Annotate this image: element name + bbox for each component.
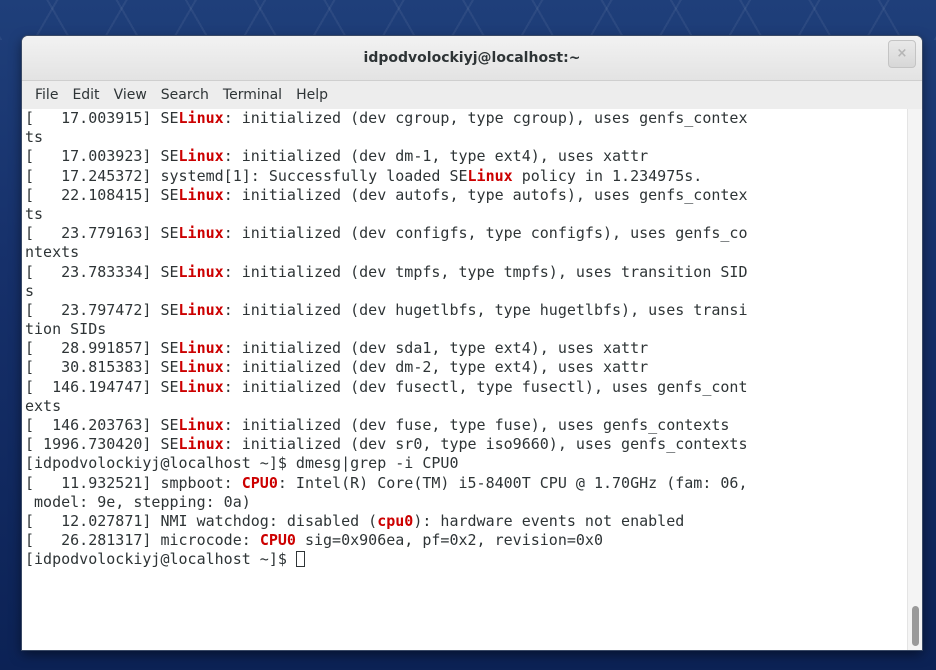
menu-bar: File Edit View Search Terminal Help — [22, 81, 922, 110]
terminal-text: : initialized (dev dm-1, type ext4), use… — [223, 147, 649, 166]
highlighted-match: Linux — [178, 185, 224, 204]
terminal-text: [idpodvolockiyj@localhost ~]$ dmesg|grep… — [25, 454, 459, 473]
terminal-text: [ 26.281317] microcode: — [25, 531, 260, 550]
window-title: idpodvolockiyj@localhost:~ — [363, 50, 581, 66]
terminal-text: ): hardware events not enabled — [413, 511, 685, 530]
terminal-text: : initialized (dev tmpfs, type tmpfs), u… — [223, 262, 748, 281]
terminal-text: [ 17.245372] systemd[1]: Successfully lo… — [25, 166, 468, 185]
terminal-line: [ 26.281317] microcode: CPU0 sig=0x906ea… — [22, 531, 908, 550]
terminal-line: [ 22.108415] SELinux: initialized (dev a… — [22, 186, 908, 205]
terminal-text: [ 23.797472] SE — [25, 300, 179, 319]
terminal-text: [ 28.991857] SE — [25, 339, 179, 358]
prompt-line[interactable]: [idpodvolockiyj@localhost ~]$ — [22, 550, 908, 569]
menu-terminal[interactable]: Terminal — [216, 81, 289, 109]
terminal-text: ntexts — [25, 243, 80, 262]
terminal-line: s — [22, 282, 908, 301]
terminal-text: : initialized (dev sr0, type iso9660), u… — [223, 435, 748, 454]
terminal-text: [ 30.815383] SE — [25, 358, 179, 377]
title-bar[interactable]: idpodvolockiyj@localhost:~ × — [22, 36, 922, 81]
text-cursor — [295, 551, 305, 568]
highlighted-match: Linux — [178, 262, 224, 281]
highlighted-match: Linux — [178, 358, 224, 377]
close-button[interactable]: × — [888, 40, 916, 68]
terminal-text: : initialized (dev fuse, type fuse), use… — [223, 416, 730, 434]
terminal-line: [ 11.932521] smpboot: CPU0: Intel(R) Cor… — [22, 474, 908, 493]
terminal-text: : Intel(R) Core(TM) i5-8400T CPU @ 1.70G… — [277, 473, 748, 492]
highlighted-match: Linux — [178, 416, 224, 434]
terminal-line: model: 9e, stepping: 0a) — [22, 493, 908, 512]
terminal-line: [idpodvolockiyj@localhost ~]$ dmesg|grep… — [22, 454, 908, 473]
terminal-text: [ 146.194747] SE — [25, 377, 179, 396]
terminal-text: [ 17.003915] SE — [25, 109, 179, 127]
highlighted-match: Linux — [178, 109, 224, 127]
shell-prompt: [idpodvolockiyj@localhost ~]$ — [25, 550, 296, 569]
terminal-line: [ 12.027871] NMI watchdog: disabled (cpu… — [22, 512, 908, 531]
terminal-line: [ 23.783334] SELinux: initialized (dev t… — [22, 263, 908, 282]
terminal-line: [ 1996.730420] SELinux: initialized (dev… — [22, 435, 908, 454]
terminal-text: [ 22.108415] SE — [25, 185, 179, 204]
terminal-line: exts — [22, 397, 908, 416]
terminal-line: ntexts — [22, 243, 908, 262]
scrollbar-thumb[interactable] — [912, 606, 919, 646]
terminal-text: tion SIDs — [25, 320, 107, 339]
scrollbar[interactable] — [907, 109, 922, 650]
terminal-text: : initialized (dev dm-2, type ext4), use… — [223, 358, 649, 377]
highlighted-match: CPU0 — [259, 531, 296, 550]
terminal-text: : initialized (dev autofs, type autofs),… — [223, 185, 748, 204]
terminal-line: [ 146.203763] SELinux: initialized (dev … — [22, 416, 908, 435]
terminal-output[interactable]: [ 17.003915] SELinux: initialized (dev c… — [22, 109, 908, 650]
menu-view[interactable]: View — [107, 81, 154, 109]
terminal-text: [ 12.027871] NMI watchdog: disabled ( — [25, 511, 378, 530]
terminal-text: [ 23.779163] SE — [25, 224, 179, 243]
terminal-text: : initialized (dev configfs, type config… — [223, 224, 748, 243]
terminal-line: [ 23.779163] SELinux: initialized (dev c… — [22, 224, 908, 243]
menu-search[interactable]: Search — [154, 81, 216, 109]
terminal-line: [ 146.194747] SELinux: initialized (dev … — [22, 378, 908, 397]
terminal-text: [ 23.783334] SE — [25, 262, 179, 281]
terminal-line: [ 17.245372] systemd[1]: Successfully lo… — [22, 167, 908, 186]
terminal-text: exts — [25, 396, 62, 415]
terminal-text: : initialized (dev cgroup, type cgroup),… — [223, 109, 748, 127]
terminal-line: [ 23.797472] SELinux: initialized (dev h… — [22, 301, 908, 320]
highlighted-match: Linux — [178, 224, 224, 243]
terminal-line: ts — [22, 205, 908, 224]
terminal-line: [ 17.003923] SELinux: initialized (dev d… — [22, 147, 908, 166]
menu-edit[interactable]: Edit — [65, 81, 106, 109]
terminal-line: ts — [22, 128, 908, 147]
terminal-text: ts — [25, 128, 44, 147]
menu-help[interactable]: Help — [289, 81, 335, 109]
terminal-line: [ 30.815383] SELinux: initialized (dev d… — [22, 358, 908, 377]
terminal-text: : initialized (dev hugetlbfs, type huget… — [223, 300, 748, 319]
terminal-text: : initialized (dev fusectl, type fusectl… — [223, 377, 748, 396]
terminal-text: model: 9e, stepping: 0a) — [25, 492, 251, 511]
highlighted-match: Linux — [467, 166, 513, 185]
terminal-text: policy in 1.234975s. — [512, 166, 703, 185]
highlighted-match: Linux — [178, 377, 224, 396]
highlighted-match: CPU0 — [241, 473, 278, 492]
terminal-line: tion SIDs — [22, 320, 908, 339]
terminal-text: [ 1996.730420] SE — [25, 435, 179, 454]
terminal-line: [ 28.991857] SELinux: initialized (dev s… — [22, 339, 908, 358]
desktop-background — [0, 0, 936, 40]
terminal-text: [ 146.203763] SE — [25, 416, 179, 434]
highlighted-match: Linux — [178, 435, 224, 454]
terminal-text: [ 11.932521] smpboot: — [25, 473, 242, 492]
terminal-text: sig=0x906ea, pf=0x2, revision=0x0 — [295, 531, 603, 550]
terminal-text: : initialized (dev sda1, type ext4), use… — [223, 339, 649, 358]
terminal-line: [ 17.003915] SELinux: initialized (dev c… — [22, 109, 908, 128]
terminal-window: idpodvolockiyj@localhost:~ × File Edit Vie… — [22, 36, 922, 650]
highlighted-match: cpu0 — [377, 511, 414, 530]
menu-file[interactable]: File — [28, 81, 65, 109]
highlighted-match: Linux — [178, 300, 224, 319]
terminal-text: ts — [25, 204, 44, 223]
terminal-text: [ 17.003923] SE — [25, 147, 179, 166]
highlighted-match: Linux — [178, 147, 224, 166]
terminal-text: s — [25, 281, 35, 300]
highlighted-match: Linux — [178, 339, 224, 358]
